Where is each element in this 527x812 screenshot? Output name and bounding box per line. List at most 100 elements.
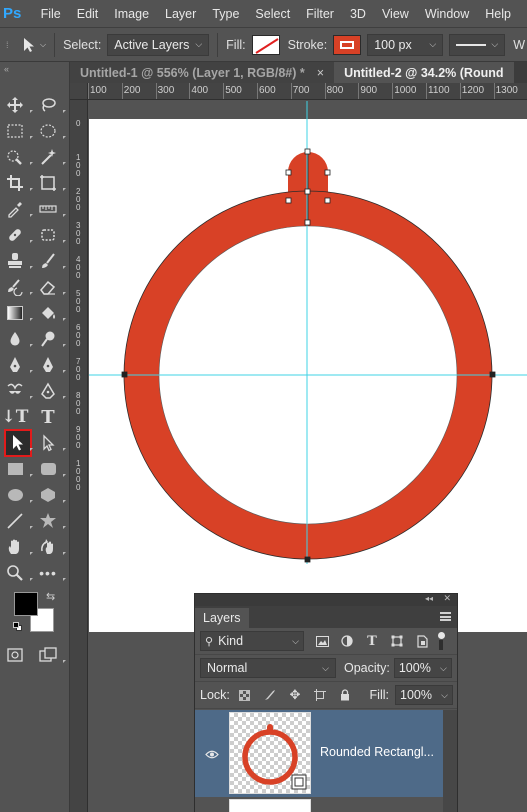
brush-tool-icon[interactable] [37, 250, 59, 272]
pen-tool-icon[interactable] [37, 380, 59, 402]
vertical-ruler[interactable]: 0 100 200 300 400 500 600 700 800 900 1000 [70, 100, 88, 812]
shape-layer-filter-icon[interactable] [390, 634, 404, 648]
fill-swatch[interactable] [251, 34, 280, 55]
menu-help[interactable]: Help [485, 7, 511, 21]
anchor-point[interactable] [121, 371, 128, 378]
path-selection-tool-icon[interactable] [4, 429, 32, 457]
screen-mode-icon[interactable] [37, 644, 59, 666]
move-tool-icon[interactable] [4, 94, 26, 116]
rotate-view-icon[interactable] [37, 536, 59, 558]
visibility-eye-icon[interactable] [205, 748, 219, 762]
more-tools-icon[interactable]: ••• [37, 562, 59, 584]
anchor-point[interactable] [304, 148, 311, 155]
menu-image[interactable]: Image [114, 7, 149, 21]
panel-menu-icon[interactable] [440, 612, 451, 621]
tab-untitled-1[interactable]: Untitled-1 @ 556% (Layer 1, RGB/8#) * × [70, 62, 335, 83]
menu-select[interactable]: Select [255, 7, 290, 21]
anchor-point[interactable] [285, 169, 292, 176]
foreground-color-swatch[interactable] [14, 592, 38, 616]
menu-file[interactable]: File [41, 7, 61, 21]
tab-layers[interactable]: Layers [195, 608, 249, 628]
custom-shape-icon[interactable] [37, 510, 59, 532]
blend-mode-dropdown[interactable]: Normal ⌵ [200, 658, 336, 678]
opacity-field[interactable]: 100% ⌵ [393, 658, 452, 678]
zoom-tool-icon[interactable] [4, 562, 26, 584]
lock-transparency-icon[interactable] [238, 688, 252, 702]
menu-view[interactable]: View [382, 7, 409, 21]
hand-tool-icon[interactable] [4, 536, 26, 558]
eraser-tool-icon[interactable] [37, 276, 59, 298]
path-selection-tool-preset-icon[interactable]: ⌵ [22, 37, 46, 53]
collapse-icon[interactable]: « [4, 64, 9, 74]
anchor-point[interactable] [304, 188, 311, 195]
anchor-point[interactable] [489, 371, 496, 378]
slice-tool-icon[interactable] [37, 172, 59, 194]
filter-type-dropdown[interactable]: ⚲ Kind ⌵ [200, 631, 304, 651]
horizontal-type-icon[interactable] [4, 380, 26, 402]
lock-artboard-icon[interactable] [313, 688, 327, 702]
magic-wand-icon[interactable] [37, 146, 59, 168]
rectangular-marquee-icon[interactable] [4, 120, 26, 142]
rounded-rectangle-tool-icon[interactable] [37, 458, 59, 480]
line-tool-icon[interactable] [4, 510, 26, 532]
anchor-point[interactable] [324, 169, 331, 176]
layer-thumbnail[interactable] [229, 712, 311, 794]
anchor-point[interactable] [285, 197, 292, 204]
ellipse-tool-icon[interactable] [4, 484, 26, 506]
menu-edit[interactable]: Edit [77, 7, 99, 21]
layers-scrollbar[interactable] [443, 710, 457, 812]
anchor-point[interactable] [304, 219, 311, 226]
freeform-pen-icon[interactable] [37, 354, 59, 376]
menu-filter[interactable]: Filter [306, 7, 334, 21]
swap-colors-icon[interactable]: ⇆ [46, 590, 55, 603]
lock-pixels-icon[interactable] [263, 688, 277, 702]
anchor-point[interactable] [324, 197, 331, 204]
patch-tool-icon[interactable] [37, 224, 59, 246]
layer-row-rounded-rectangle[interactable]: Rounded Rectangl... [195, 710, 443, 797]
healing-brush-icon[interactable] [4, 224, 26, 246]
stroke-width-field[interactable]: 100 px ⌵ [367, 33, 444, 56]
clone-stamp-icon[interactable] [4, 250, 26, 272]
type-layer-filter-icon[interactable]: T [365, 634, 379, 649]
ruler-tool-icon[interactable] [37, 198, 59, 220]
layer-name[interactable]: Rounded Rectangl... [320, 745, 434, 759]
pen-tool-icon[interactable] [4, 354, 26, 376]
edit-toolbar-icon[interactable] [4, 644, 26, 666]
horizontal-ruler[interactable]: 100 200 300 400 500 600 700 800 900 1000 1100 1200 1… [88, 83, 527, 100]
paint-bucket-icon[interactable] [37, 302, 59, 324]
filter-toggle[interactable] [437, 632, 445, 650]
dodge-tool-icon[interactable] [37, 328, 59, 350]
type-tool-icon[interactable]: T [37, 406, 59, 428]
menu-type[interactable]: Type [212, 7, 239, 21]
history-brush-icon[interactable] [4, 276, 26, 298]
layer-thumbnail[interactable] [229, 799, 311, 812]
layer-row-next[interactable] [195, 797, 443, 812]
menu-layer[interactable]: Layer [165, 7, 196, 21]
default-colors-icon[interactable] [13, 622, 23, 632]
collapse-icon[interactable]: ◂◂ [425, 594, 433, 603]
lasso-tool-icon[interactable] [37, 94, 59, 116]
vertical-type-icon[interactable]: ↓T [2, 406, 29, 428]
rectangle-tool-icon[interactable] [4, 458, 26, 480]
tab-untitled-2[interactable]: Untitled-2 @ 34.2% (Round [334, 62, 514, 83]
close-icon[interactable]: ✕ [443, 593, 451, 604]
polygon-tool-icon[interactable] [37, 484, 59, 506]
quick-selection-icon[interactable] [4, 146, 26, 168]
ruler-origin[interactable] [70, 83, 88, 100]
gradient-tool-icon[interactable] [4, 302, 26, 324]
select-mode-dropdown[interactable]: Active Layers ⌵ [107, 33, 210, 56]
adjustment-layer-filter-icon[interactable] [340, 634, 354, 648]
eyedropper-icon[interactable] [4, 198, 26, 220]
blur-tool-icon[interactable] [4, 328, 26, 350]
crop-tool-icon[interactable] [4, 172, 26, 194]
menu-3d[interactable]: 3D [350, 7, 366, 21]
close-icon[interactable]: × [317, 66, 324, 80]
direct-selection-tool-icon[interactable] [37, 432, 59, 454]
anchor-point[interactable] [304, 556, 311, 563]
stroke-swatch[interactable] [333, 34, 362, 55]
lock-all-icon[interactable] [338, 688, 352, 702]
fill-opacity-field[interactable]: 100% ⌵ [395, 685, 453, 705]
pixel-layer-filter-icon[interactable] [315, 634, 329, 648]
lock-position-icon[interactable]: ✥ [288, 687, 302, 702]
stroke-type-dropdown[interactable]: ⌵ [449, 33, 506, 56]
